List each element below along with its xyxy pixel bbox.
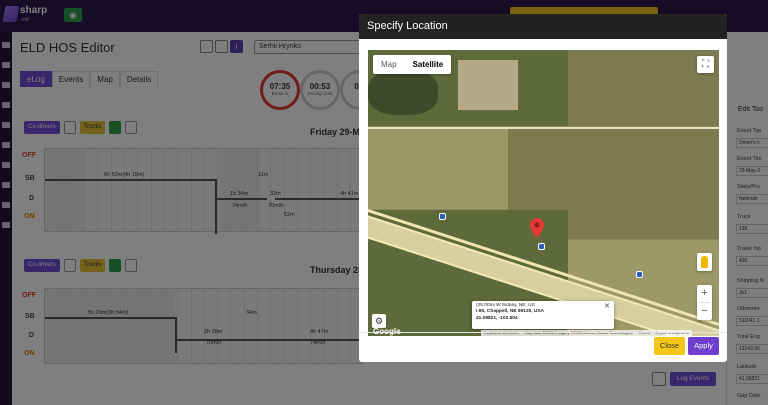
map-attribution: Keyboard shortcuts Map data ©2026 Imager… [481, 330, 693, 336]
interstate-shield-icon [636, 271, 643, 278]
location-info-window: (25.00mi W Sidney, NE, US I-80, Chappell… [472, 301, 614, 329]
map-type-satellite[interactable]: Satellite [405, 55, 452, 74]
map-type-control: Map Satellite [373, 55, 452, 74]
satellite-map[interactable]: Map Satellite ⛶ + − (25.00mi W Sidney, N… [368, 50, 719, 336]
modal-header: Specify Location [359, 14, 727, 39]
map-data-text: Map data ©2026 Imagery ©2026 Airbus, Max… [521, 330, 635, 336]
modal-title: Specify Location [367, 20, 448, 32]
close-icon[interactable]: ✕ [604, 302, 610, 310]
street-view-pegman-icon[interactable] [697, 253, 712, 271]
zoom-control: + − [697, 285, 712, 320]
interstate-shield-icon [538, 243, 545, 250]
modal-divider [359, 332, 727, 333]
info-coordinates: 41.08821, -102.504 [476, 315, 518, 321]
report-error-link[interactable]: Report a map error [652, 330, 692, 336]
location-marker-icon[interactable] [530, 218, 544, 238]
keyboard-shortcuts-link[interactable]: Keyboard shortcuts [481, 330, 521, 336]
apply-button[interactable]: Apply [688, 337, 719, 355]
zoom-out-button[interactable]: − [697, 303, 712, 320]
zoom-in-button[interactable]: + [697, 285, 712, 302]
terms-link[interactable]: Terms [636, 330, 653, 336]
map-type-map[interactable]: Map [373, 55, 405, 74]
specify-location-modal: Specify Location Map Satellite ⛶ + − (25… [359, 14, 727, 362]
fullscreen-icon[interactable]: ⛶ [697, 56, 714, 73]
close-button[interactable]: Close [654, 337, 685, 355]
interstate-shield-icon [439, 213, 446, 220]
gear-icon[interactable]: ⚙ [372, 314, 386, 328]
